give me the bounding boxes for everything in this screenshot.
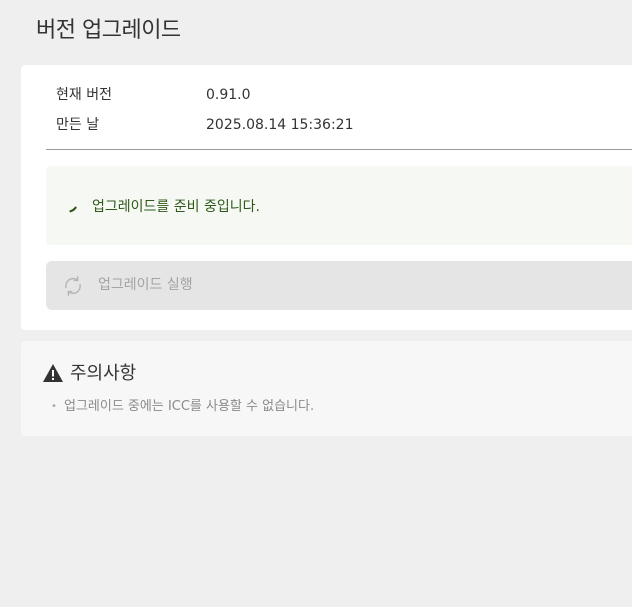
current-version-value: 0.91.0 xyxy=(206,87,251,103)
divider xyxy=(46,149,632,150)
page-title: 버전 업그레이드 xyxy=(36,18,181,43)
status-box: 업그레이드를 준비 중입니다. xyxy=(46,166,632,245)
refresh-icon xyxy=(65,276,81,296)
warning-icon xyxy=(43,364,63,382)
build-date-value: 2025.08.14 15:36:21 xyxy=(206,117,354,133)
build-date-label: 만든 날 xyxy=(56,117,100,133)
version-card: 현재 버전 0.91.0 만든 날 2025.08.14 15:36:21 업그… xyxy=(21,65,632,330)
caution-title: 주의사항 xyxy=(70,363,137,384)
caution-item-text: 업그레이드 중에는 ICC를 사용할 수 없습니다. xyxy=(64,399,315,414)
bullet-icon: • xyxy=(51,401,57,412)
caution-card: 주의사항 • 업그레이드 중에는 ICC를 사용할 수 없습니다. xyxy=(21,341,632,436)
run-upgrade-label: 업그레이드 실행 xyxy=(98,277,193,293)
status-message: 업그레이드를 준비 중입니다. xyxy=(92,199,260,215)
run-upgrade-button[interactable]: 업그레이드 실행 xyxy=(46,261,632,310)
current-version-label: 현재 버전 xyxy=(56,87,112,103)
loading-spinner-icon xyxy=(69,206,77,213)
